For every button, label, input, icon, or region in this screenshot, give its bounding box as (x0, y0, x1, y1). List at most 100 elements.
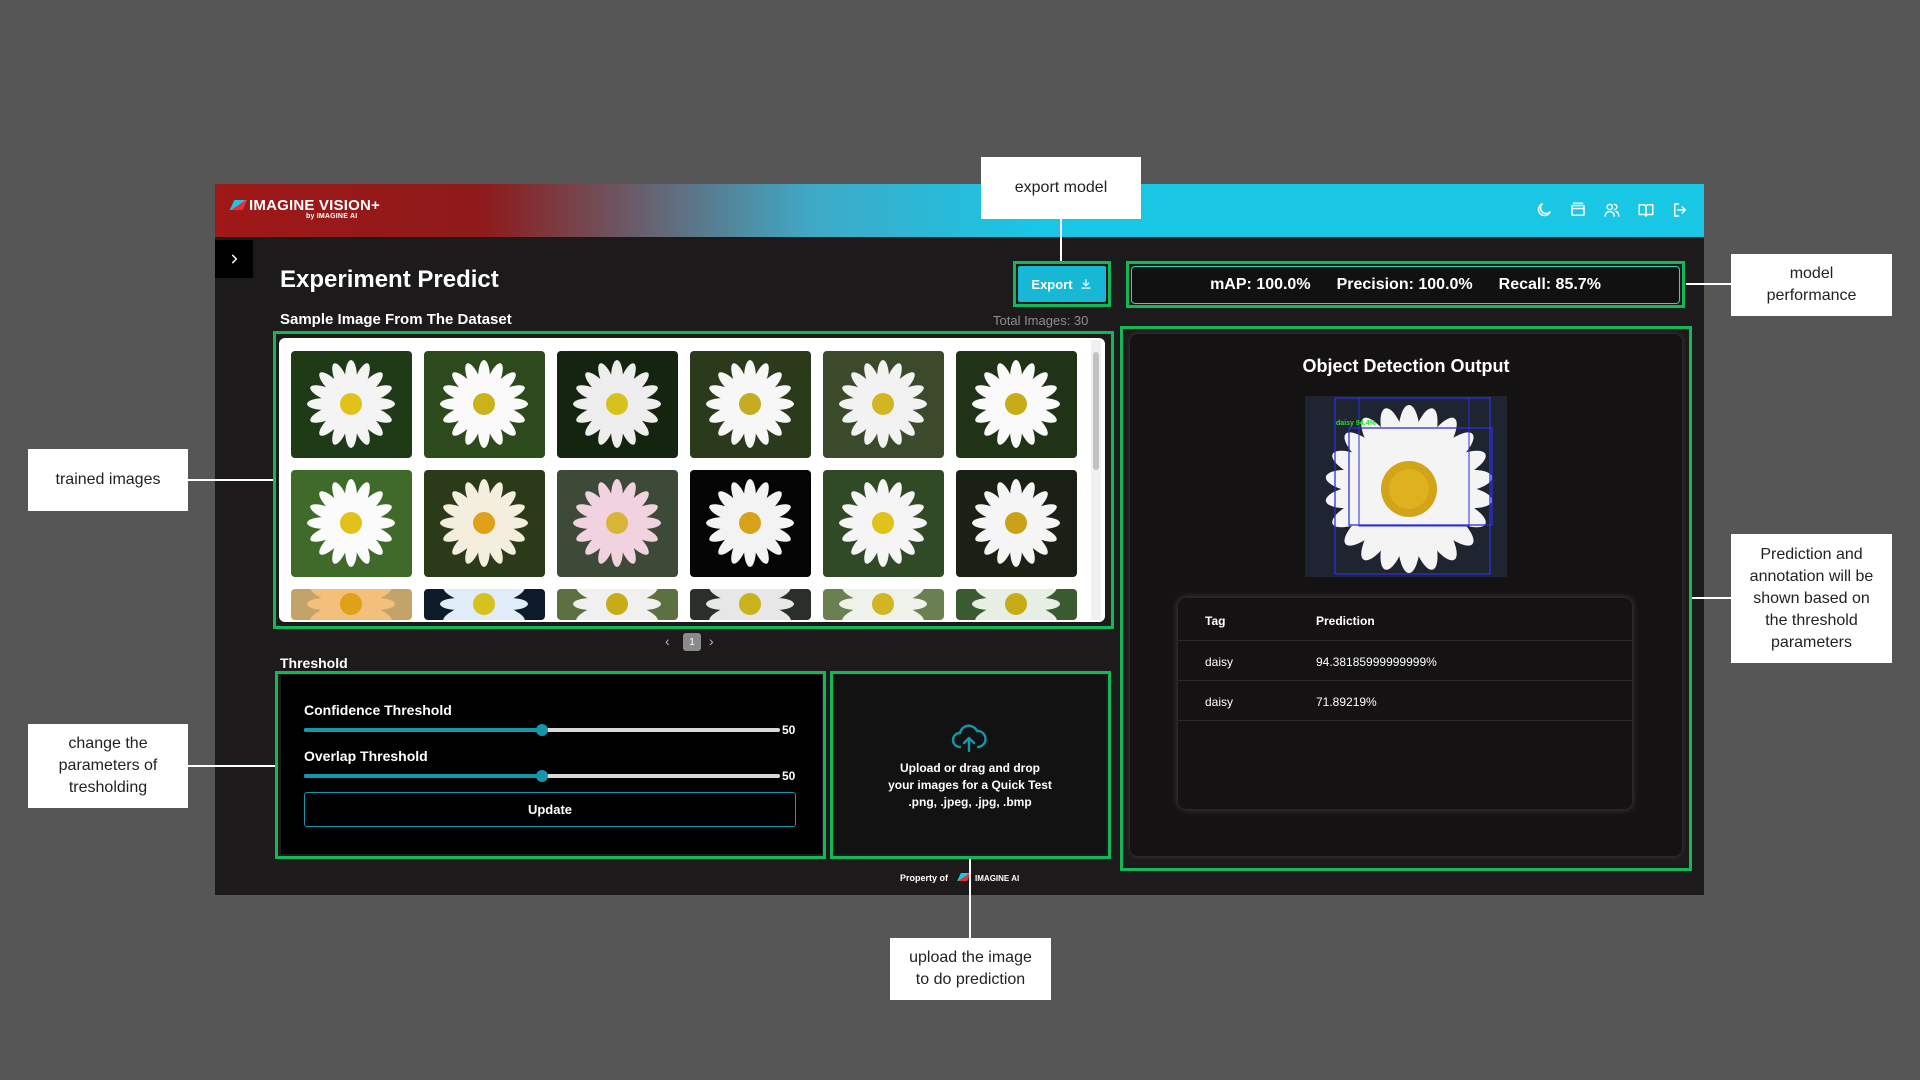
callout-trained: trained images (28, 449, 188, 511)
dataset-thumbnail[interactable] (291, 351, 412, 458)
connector-upload (969, 859, 971, 938)
connector-export (1060, 219, 1062, 261)
connector-threshold (187, 765, 275, 767)
window-icon[interactable] (1567, 199, 1589, 221)
row-2-prediction: 71.89219% (1316, 695, 1377, 709)
table-divider (1178, 720, 1632, 721)
callout-prediction-line-4: the threshold (1765, 611, 1858, 629)
callout-upload-line-1: upload the image (909, 949, 1032, 966)
dataset-thumbnail[interactable] (956, 351, 1077, 458)
callout-performance-line-2: performance (1766, 287, 1857, 304)
detection-label: daisy 94.4% (1336, 420, 1376, 427)
footer-text: Property of (900, 873, 949, 883)
brand-mark-icon (229, 200, 248, 210)
overlap-label: Overlap Threshold (304, 748, 428, 764)
callout-prediction: Prediction and annotation will be shown … (1731, 534, 1892, 663)
page-number[interactable]: 1 (683, 633, 701, 651)
connector-trained (187, 479, 273, 481)
app-header (215, 184, 1704, 237)
callout-prediction-line-3: shown based on (1753, 589, 1870, 607)
dataset-thumbnail[interactable] (424, 351, 545, 458)
precision-metric: Precision: 100.0% (1336, 276, 1473, 293)
gallery-scrollbar-thumb[interactable] (1093, 352, 1099, 470)
confidence-value: 50 (782, 723, 796, 737)
update-button[interactable]: Update (304, 792, 796, 827)
metrics-bar: mAP: 100.0% Precision: 100.0% Recall: 85… (1131, 266, 1680, 304)
dataset-thumbnail[interactable] (557, 589, 678, 620)
confidence-label: Confidence Threshold (304, 702, 452, 718)
dataset-thumbnail[interactable] (291, 589, 412, 620)
dataset-thumbnail[interactable] (557, 351, 678, 458)
moon-icon[interactable] (1533, 199, 1555, 221)
brand-logo[interactable]: IMAGINE VISION+ by IMAGINE AI (229, 197, 380, 220)
dataset-section-title: Sample Image From The Dataset (280, 311, 512, 328)
page-title: Experiment Predict (280, 266, 499, 293)
connector-performance (1686, 283, 1731, 285)
dataset-thumbnail[interactable] (557, 470, 678, 577)
connector-prediction (1692, 597, 1731, 599)
cloud-upload-icon (951, 724, 987, 753)
dataset-thumbnail[interactable] (291, 470, 412, 577)
prediction-column-header: Prediction (1316, 614, 1375, 628)
callout-prediction-line-5: parameters (1771, 633, 1852, 651)
callout-threshold: change the parameters of tresholding (28, 724, 188, 808)
dataset-thumbnail[interactable] (424, 589, 545, 620)
export-button[interactable]: Export (1018, 266, 1106, 302)
export-label: Export (1031, 276, 1073, 292)
overlap-slider-handle[interactable] (536, 770, 548, 782)
dataset-thumbnail[interactable] (690, 351, 811, 458)
prediction-table (1178, 598, 1632, 809)
tag-column-header: Tag (1205, 614, 1226, 628)
callout-prediction-line-2: annotation will be (1749, 567, 1874, 585)
footer: Property of IMAGINE AI (900, 873, 1019, 883)
users-icon[interactable] (1601, 199, 1623, 221)
callout-trained-text: trained images (55, 471, 161, 488)
overlap-slider-fill (304, 774, 542, 778)
table-divider (1178, 680, 1632, 681)
dataset-thumbnail[interactable] (823, 470, 944, 577)
dataset-thumbnail[interactable] (424, 470, 545, 577)
total-images: Total Images: 30 (993, 313, 1089, 328)
next-page-icon[interactable]: › (709, 633, 714, 649)
callout-upload: upload the image to do prediction (890, 938, 1051, 1000)
logout-icon[interactable] (1669, 199, 1691, 221)
brand-name: IMAGINE VISION+ (249, 197, 380, 214)
recall-metric: Recall: 85.7% (1498, 276, 1601, 293)
upload-formats: .png, .jpeg, .jpg, .bmp (908, 795, 1032, 809)
map-metric: mAP: 100.0% (1210, 276, 1311, 293)
brand-sub: by IMAGINE AI (306, 213, 358, 220)
upload-line-1: Upload or drag and drop (900, 761, 1040, 775)
dataset-thumbnail[interactable] (690, 470, 811, 577)
dataset-thumbnail[interactable] (690, 589, 811, 620)
table-divider (1178, 640, 1632, 641)
download-icon (1080, 279, 1091, 289)
chevron-right-icon (231, 254, 238, 264)
confidence-slider-handle[interactable] (536, 724, 548, 736)
callout-export-text: export model (1014, 179, 1108, 196)
row-2-tag: daisy (1205, 695, 1234, 709)
overlap-value: 50 (782, 769, 796, 783)
callout-threshold-line-1: change the (68, 735, 148, 752)
row-1-tag: daisy (1205, 655, 1234, 669)
callout-upload-line-2: to do prediction (915, 971, 1026, 988)
threshold-section-title: Threshold (280, 655, 348, 671)
upload-line-2: your images for a Quick Test (888, 778, 1052, 792)
output-title: Object Detection Output (1302, 356, 1510, 376)
dataset-thumbnail[interactable] (956, 589, 1077, 620)
callout-performance: model performance (1731, 254, 1892, 316)
confidence-slider-fill (304, 728, 542, 732)
callout-performance-line-1: model (1789, 265, 1834, 282)
row-1-prediction: 94.38185999999999% (1316, 655, 1437, 669)
callout-export: export model (981, 157, 1141, 219)
callout-prediction-line-1: Prediction and (1760, 545, 1863, 563)
book-icon[interactable] (1635, 199, 1657, 221)
dataset-thumbnail[interactable] (823, 589, 944, 620)
prev-page-icon[interactable]: ‹ (665, 633, 670, 649)
sidebar-toggle-button[interactable] (215, 240, 253, 278)
dataset-thumbnail[interactable] (823, 351, 944, 458)
footer-brand: IMAGINE AI (975, 874, 1020, 883)
callout-threshold-line-3: tresholding (68, 779, 148, 796)
dataset-thumbnail[interactable] (956, 470, 1077, 577)
upload-instructions: Upload or drag and drop your images for … (834, 760, 1106, 811)
callout-threshold-line-2: parameters of (58, 757, 158, 774)
